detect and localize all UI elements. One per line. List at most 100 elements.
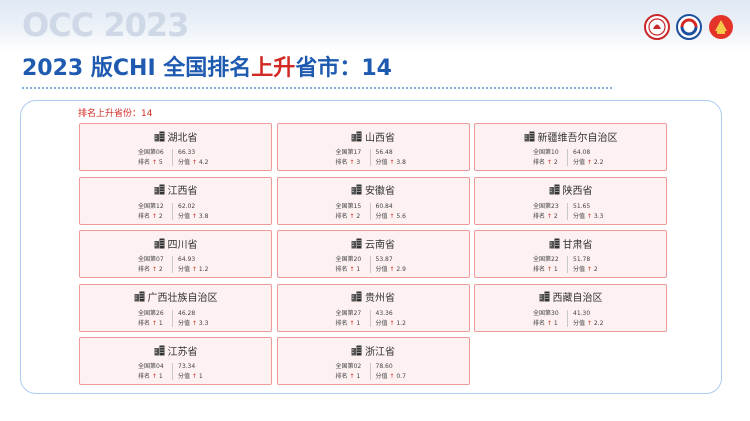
national-rank: 全国第15 [335, 202, 362, 210]
card-stats: 全国第26 排名 ↑ 1 46.28 分值 ↑ 3.3 [80, 309, 271, 329]
card-stats: 全国第10 排名 ↑ 2 64.08 分值 ↑ 2.2 [475, 148, 666, 168]
score-value: 60.84 [375, 202, 393, 210]
province-name: 江苏省 [167, 346, 198, 358]
score-change: 分值 ↑ 5.6 [375, 212, 406, 220]
score-value: 51.65 [573, 202, 591, 210]
stat-divider [172, 256, 173, 273]
province-card: 云南省 全国第20 排名 ↑ 1 53.87 分值 ↑ 2.9 [276, 230, 470, 278]
province-card: 广西壮族自治区 全国第26 排名 ↑ 1 46.28 分值 ↑ 3.3 [79, 283, 272, 332]
card-stats: 全国第20 排名 ↑ 1 53.87 分值 ↑ 2.9 [278, 255, 469, 275]
score-column: 51.65 分值 ↑ 3.3 [573, 202, 603, 222]
province-card: 西藏自治区 全国第30 排名 ↑ 1 41.30 分值 ↑ 2.2 [474, 283, 667, 332]
province-card: 山西省 全国第17 排名 ↑ 3 56.48 分值 ↑ 3.8 [276, 123, 470, 171]
up-arrow-icon: ↑ [349, 212, 355, 220]
building-icon [351, 238, 362, 248]
card-header: 浙江省 [278, 342, 469, 358]
card-stats: 全国第15 排名 ↑ 2 60.84 分值 ↑ 5.6 [278, 202, 469, 222]
up-arrow-icon: ↑ [546, 266, 552, 273]
province-name: 四川省 [167, 239, 198, 251]
stat-divider [567, 309, 568, 327]
province-name: 西藏自治区 [552, 293, 603, 304]
stat-divider [369, 149, 371, 166]
score-value: 41.30 [573, 309, 591, 317]
province-name: 甘肃省 [562, 239, 593, 251]
rank-change: 排名 ↑ 1 [335, 373, 361, 380]
rank-change: 排名 ↑ 3 [335, 159, 361, 166]
score-value: 53.87 [375, 256, 393, 263]
up-arrow-icon: ↑ [389, 159, 395, 166]
stat-divider [369, 256, 371, 273]
stat-divider [369, 202, 371, 220]
card-header: 陕西省 [475, 182, 666, 198]
emblem-logo-1-icon [644, 14, 670, 40]
page-title: 2023 版CHI 全国排名上升省市：14 [22, 53, 392, 85]
rank-column: 全国第04 排名 ↑ 1 [138, 362, 164, 382]
score-value: 66.33 [178, 149, 196, 156]
logo-group [644, 14, 734, 40]
up-arrow-icon: ↑ [349, 319, 355, 327]
national-rank: 全国第12 [138, 202, 164, 210]
national-rank: 全国第04 [138, 363, 164, 370]
up-arrow-icon: ↑ [586, 159, 592, 166]
score-value: 64.93 [178, 256, 196, 263]
card-stats: 全国第04 排名 ↑ 1 73.34 分值 ↑ 1 [80, 362, 271, 382]
building-icon [154, 184, 164, 195]
up-arrow-icon: ↑ [151, 319, 157, 327]
rank-change: 排名 ↑ 5 [138, 159, 163, 166]
province-card: 甘肃省 全国第22 排名 ↑ 1 51.78 分值 ↑ 2 [474, 230, 667, 278]
score-change: 分值 ↑ 4.2 [178, 159, 209, 166]
score-column: 56.48 分值 ↑ 3.8 [376, 148, 406, 168]
score-value: 51.78 [573, 256, 591, 263]
rank-column: 全国第12 排名 ↑ 2 [138, 202, 164, 222]
up-arrow-icon: ↑ [349, 266, 355, 273]
province-name: 陕西省 [562, 186, 593, 197]
national-rank: 全国第02 [335, 363, 362, 370]
stat-divider [567, 256, 568, 273]
rank-change: 排名 ↑ 2 [533, 212, 558, 220]
province-name: 浙江省 [365, 346, 395, 358]
up-arrow-icon: ↑ [349, 159, 355, 166]
up-arrow-icon: ↑ [151, 159, 157, 166]
up-arrow-icon: ↑ [191, 159, 197, 166]
building-icon [351, 131, 362, 141]
building-icon [351, 184, 362, 195]
score-column: 64.08 分值 ↑ 2.2 [573, 148, 603, 168]
province-name: 江西省 [167, 186, 198, 197]
card-stats: 全国第22 排名 ↑ 1 51.78 分值 ↑ 2 [475, 255, 666, 275]
building-icon [154, 238, 164, 248]
emblem-logo-3-icon [709, 15, 733, 39]
national-rank: 全国第27 [335, 309, 362, 317]
national-rank: 全国第30 [533, 309, 559, 317]
score-value: 73.34 [178, 363, 196, 370]
score-column: 66.33 分值 ↑ 4.2 [178, 148, 208, 168]
card-header: 新疆维吾尔自治区 [475, 128, 666, 144]
rank-change: 排名 ↑ 2 [138, 212, 163, 220]
card-stats: 全国第17 排名 ↑ 3 56.48 分值 ↑ 3.8 [278, 148, 469, 168]
building-icon [134, 291, 144, 302]
card-stats: 全国第23 排名 ↑ 2 51.65 分值 ↑ 3.3 [475, 202, 666, 222]
score-change: 分值 ↑ 2.2 [573, 159, 604, 166]
emblem-logo-2-icon [676, 14, 702, 40]
score-value: 64.08 [573, 149, 591, 156]
score-column: 73.34 分值 ↑ 1 [178, 362, 203, 382]
rank-change: 排名 ↑ 1 [533, 319, 558, 327]
score-value: 62.02 [178, 202, 196, 210]
score-change: 分值 ↑ 2 [573, 266, 598, 273]
rank-change: 排名 ↑ 2 [335, 212, 361, 220]
panel-caption: 排名上升省份：14 [78, 109, 153, 119]
card-stats: 全国第30 排名 ↑ 1 41.30 分值 ↑ 2.2 [475, 309, 666, 329]
score-change: 分值 ↑ 1.2 [375, 319, 406, 327]
up-arrow-icon: ↑ [151, 212, 157, 220]
score-column: 51.78 分值 ↑ 2 [573, 255, 598, 275]
title-underline [22, 87, 612, 89]
score-column: 53.87 分值 ↑ 2.9 [376, 255, 406, 275]
rank-column: 全国第20 排名 ↑ 1 [336, 255, 362, 275]
province-name: 云南省 [365, 239, 395, 251]
card-header: 西藏自治区 [475, 289, 666, 305]
stat-divider [172, 363, 173, 380]
rank-change: 排名 ↑ 1 [335, 266, 361, 273]
card-stats: 全国第12 排名 ↑ 2 62.02 分值 ↑ 3.8 [80, 202, 271, 222]
rank-column: 全国第27 排名 ↑ 1 [336, 309, 362, 329]
province-name: 安徽省 [365, 186, 395, 197]
rank-column: 全国第30 排名 ↑ 1 [533, 309, 559, 329]
